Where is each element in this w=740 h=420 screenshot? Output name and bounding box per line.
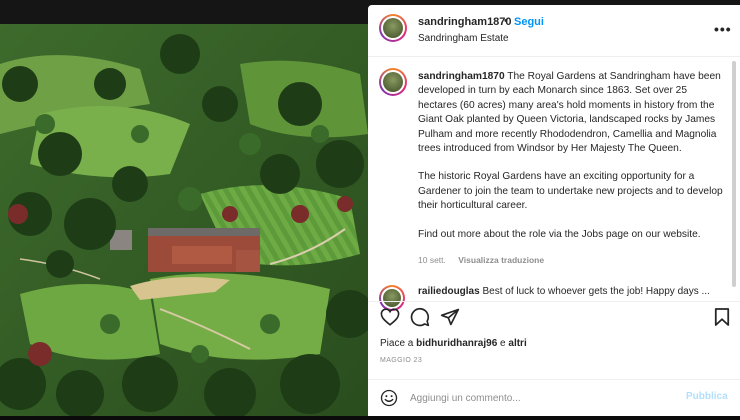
caption-paragraph-3: Find out more about the role via the Job… (418, 228, 701, 240)
avatar[interactable] (379, 14, 407, 42)
see-translation-link[interactable]: Visualizza traduzione (458, 255, 544, 265)
post-date: MAGGIO 23 (380, 357, 423, 364)
post-age: 10 sett. (418, 255, 446, 265)
follow-button[interactable]: Segui (514, 16, 544, 28)
caption-username[interactable]: sandringham1870 (418, 71, 505, 82)
likes-connector: e (500, 338, 506, 349)
comment-text: Best of luck to whoever gets the job! Ha… (482, 286, 710, 296)
likes-others[interactable]: altri (508, 338, 526, 349)
caption-paragraph-2: The historic Royal Gardens have an excit… (418, 171, 723, 212)
post-header: sandringham1870 • Segui Sandringham Esta… (368, 5, 740, 57)
browser-stage: sandringham1870 • Segui Sandringham Esta… (0, 0, 740, 420)
paper-plane-icon[interactable] (440, 307, 460, 327)
comments-scrollbar[interactable] (732, 61, 736, 287)
comment-input[interactable] (410, 390, 670, 406)
likes-user[interactable]: bidhuridhanraj96 (416, 338, 497, 349)
post-photo[interactable] (0, 24, 368, 416)
comment-icon[interactable] (410, 307, 430, 327)
aerial-estate-image (0, 24, 368, 416)
smiley-icon[interactable] (380, 389, 398, 407)
add-comment-bar: Pubblica (368, 380, 740, 416)
heart-icon[interactable] (380, 308, 400, 326)
separator-dot: • (504, 15, 508, 27)
caption-avatar[interactable] (379, 68, 407, 96)
comment-row: railiedouglas Best of luck to whoever ge… (418, 286, 718, 296)
comment-username[interactable]: railiedouglas (418, 286, 480, 296)
publish-button[interactable]: Pubblica (686, 391, 728, 402)
bookmark-icon[interactable] (714, 307, 730, 327)
more-options-icon[interactable]: ••• (714, 21, 732, 37)
location-link[interactable]: Sandringham Estate (418, 33, 509, 44)
caption-meta: 10 sett. Visualizza traduzione (418, 255, 544, 265)
post-side-panel: sandringham1870 • Segui Sandringham Esta… (368, 5, 740, 416)
header-username[interactable]: sandringham1870 (418, 16, 512, 28)
likes-prefix: Piace a (380, 338, 414, 349)
caption-paragraph-1: The Royal Gardens at Sandringham have be… (418, 71, 721, 155)
action-bar (368, 302, 740, 332)
post-caption: sandringham1870 The Royal Gardens at San… (418, 70, 723, 256)
likes-summary: Piace a bidhuridhanraj96 e altri (380, 338, 527, 349)
